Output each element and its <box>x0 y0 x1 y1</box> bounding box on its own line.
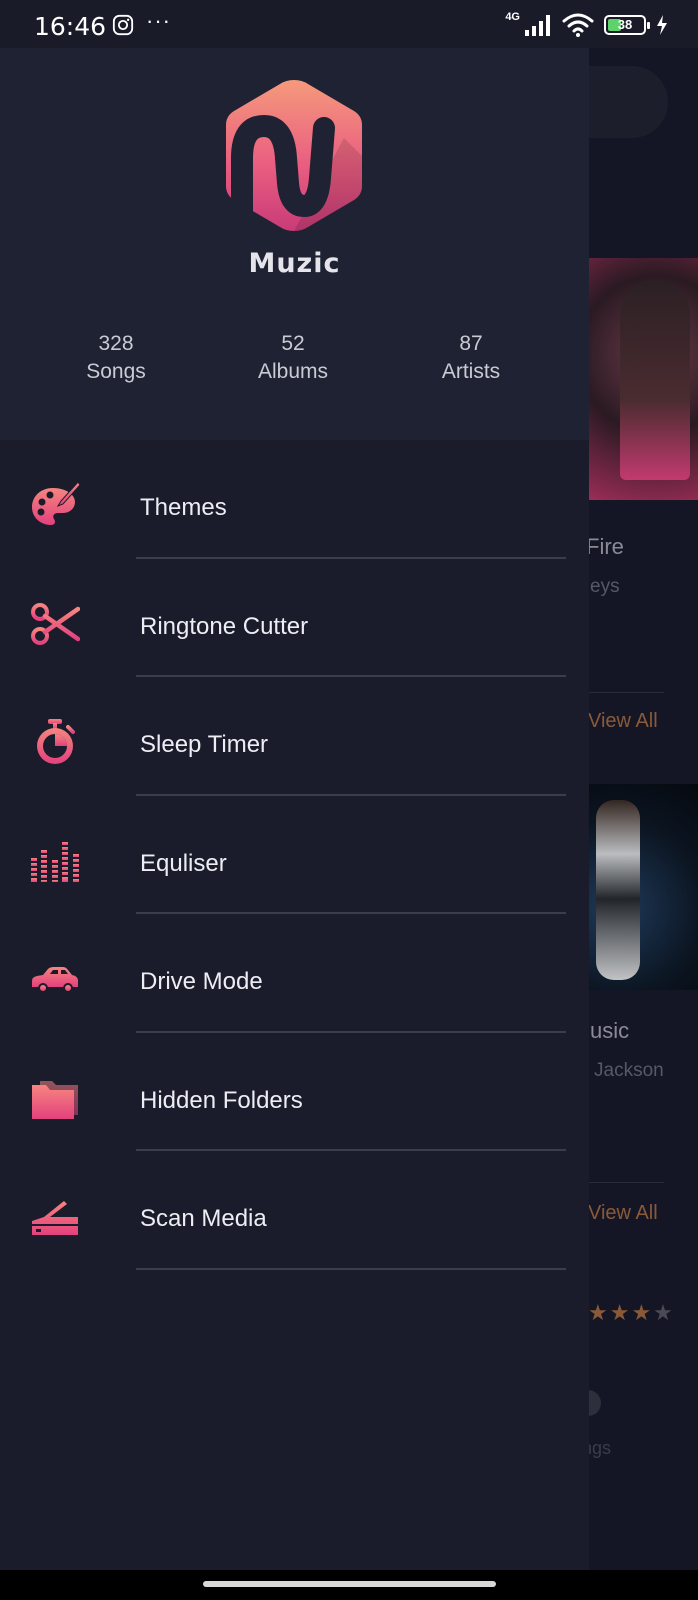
menu-item-ringtone-cutter[interactable]: Ringtone Cutter <box>0 559 589 677</box>
menu-item-label: Equliser <box>140 849 227 877</box>
stopwatch-icon <box>37 719 75 764</box>
stat-count: 52 <box>281 332 305 355</box>
wifi-icon <box>562 13 594 37</box>
battery-level: 38 <box>617 17 633 32</box>
drawer-header: Muzic 328 Songs 52 Albums 87 Artists <box>0 48 589 440</box>
menu-item-label: Hidden Folders <box>140 1086 303 1114</box>
stat-albums[interactable]: 52 Albums <box>228 330 358 386</box>
stat-label: Albums <box>257 360 329 383</box>
network-type: 4G <box>505 11 520 23</box>
background-divider <box>586 1182 664 1183</box>
menu-item-drive-mode[interactable]: Drive Mode <box>0 914 589 1033</box>
background-song-artist: Jackson <box>594 1060 664 1081</box>
equalizer-icon <box>31 841 79 882</box>
charging-icon <box>657 15 667 35</box>
app-name: Muzic <box>248 248 341 279</box>
scanner-icon <box>32 1201 78 1235</box>
stat-artists[interactable]: 87 Artists <box>406 330 536 386</box>
folders-icon <box>32 1080 78 1119</box>
stat-count: 87 <box>459 332 483 355</box>
status-time: 16:46 <box>34 12 107 41</box>
status-bar: 16:46 ··· 4G 38 <box>0 0 698 48</box>
car-icon <box>32 967 78 993</box>
background-album-figure <box>620 280 690 480</box>
stat-songs[interactable]: 328 Songs <box>51 330 181 386</box>
background-album-figure <box>596 800 640 980</box>
menu-item-label: Ringtone Cutter <box>140 612 309 640</box>
stat-count: 328 <box>98 332 134 355</box>
app-logo-icon <box>226 80 362 231</box>
stat-label: Artists <box>441 360 501 383</box>
navigation-drawer: Muzic 328 Songs 52 Albums 87 Artists The… <box>0 48 589 1570</box>
signal-icon <box>525 15 550 36</box>
palette-icon <box>32 481 80 525</box>
background-view-all: View All <box>588 1202 658 1224</box>
system-navigation-bar <box>0 1570 698 1600</box>
background-song-title: usic <box>590 1018 630 1043</box>
menu-item-label: Themes <box>140 494 227 521</box>
home-gesture-handle[interactable] <box>203 1581 496 1587</box>
menu-item-label: Sleep Timer <box>140 731 269 758</box>
menu-item-hidden-folders[interactable]: Hidden Folders <box>0 1033 589 1151</box>
menu-item-scan-media[interactable]: Scan Media <box>0 1151 589 1270</box>
more-notifications-icon: ··· <box>146 8 171 33</box>
background-divider <box>586 692 664 693</box>
stat-label: Songs <box>86 360 146 383</box>
background-view-all: View All <box>588 710 658 732</box>
menu-item-themes[interactable]: Themes <box>0 440 589 559</box>
battery-icon: 38 <box>604 15 650 35</box>
menu-item-sleep-timer[interactable]: Sleep Timer <box>0 677 589 796</box>
menu-item-label: Scan Media <box>140 1205 267 1232</box>
background-song-artist: eys <box>590 576 620 597</box>
menu-item-equliser[interactable]: Equliser <box>0 796 589 914</box>
status-indicators: 4G 38 <box>505 11 668 38</box>
scissors-icon <box>31 602 80 645</box>
background-song-title: Fire <box>586 534 624 559</box>
drawer-menu: Themes Ringtone Cutter Sleep Timer Equli… <box>0 440 589 1270</box>
menu-item-label: Drive Mode <box>140 968 263 995</box>
menu-divider <box>136 1267 566 1270</box>
instagram-icon <box>112 14 134 36</box>
background-rating: ★★★★ <box>588 1300 675 1325</box>
